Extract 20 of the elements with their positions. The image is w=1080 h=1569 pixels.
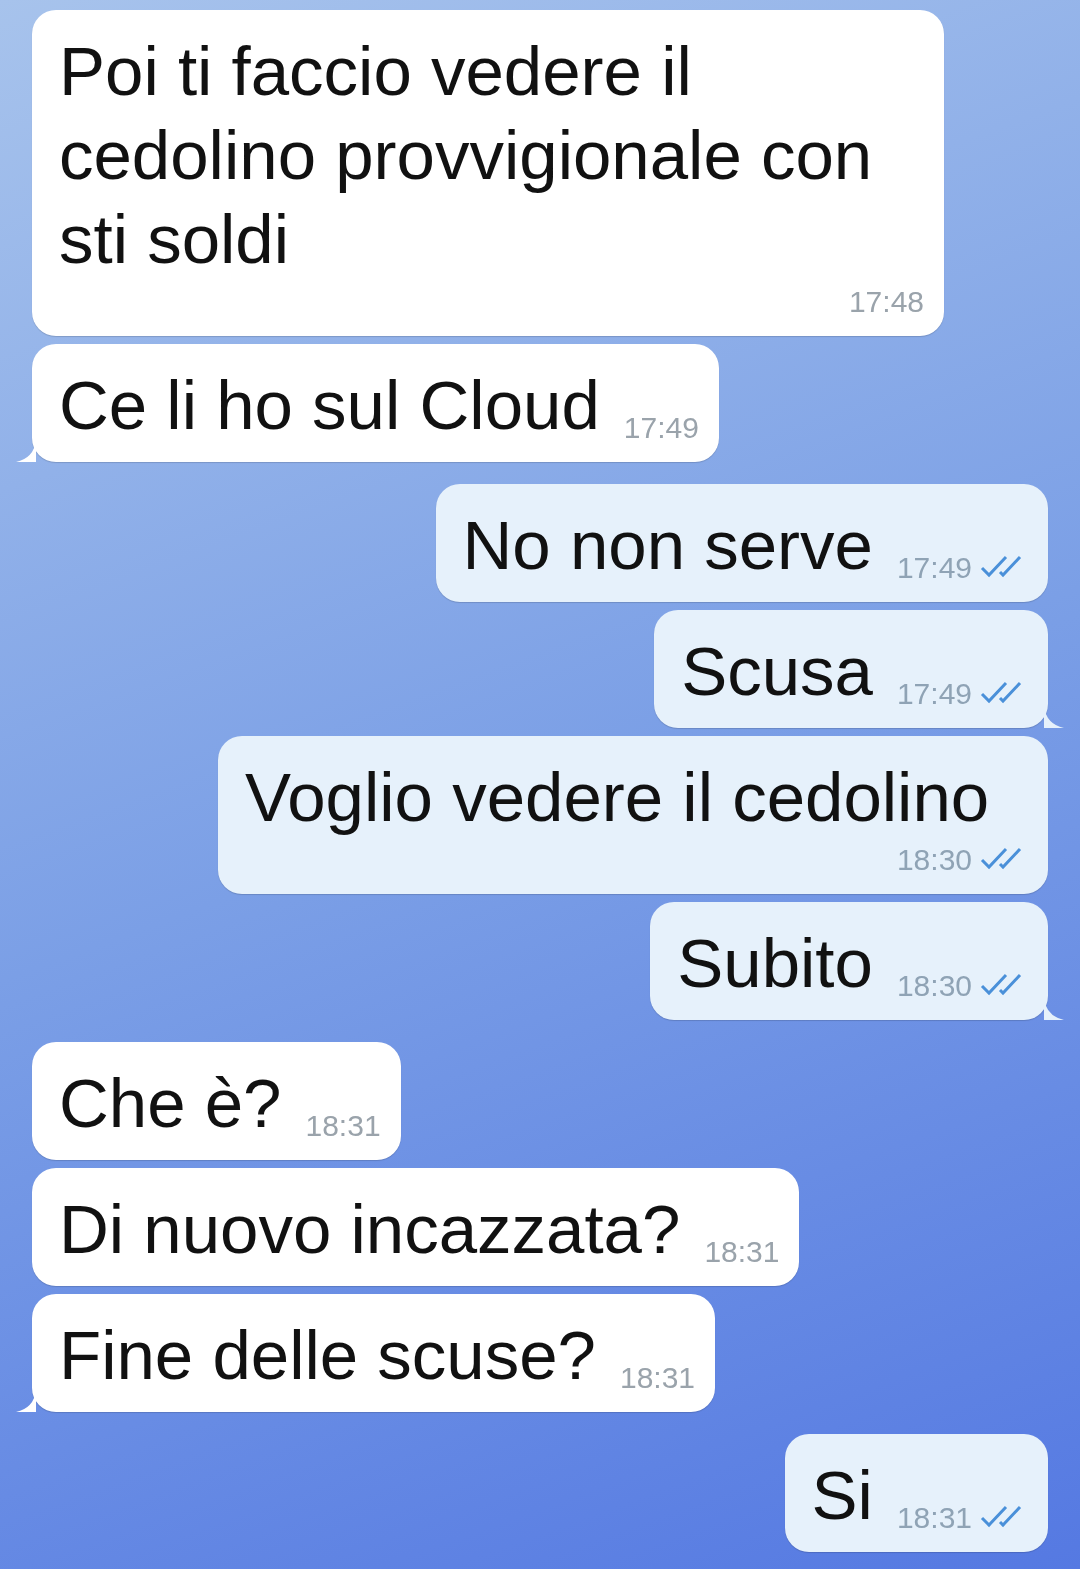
message-time: 18:30 bbox=[896, 968, 972, 1004]
message-text: Ce li ho sul Cloud bbox=[59, 366, 600, 446]
message-time: 17:49 bbox=[896, 676, 972, 712]
message-time: 18:31 bbox=[704, 1234, 780, 1270]
message-text: Poi ti faccio vedere il cedolino provvigionale con sti soldi bbox=[59, 32, 874, 280]
message-text: Subito bbox=[677, 924, 873, 1004]
message-text: Di nuovo incazzata? bbox=[59, 1190, 681, 1270]
message-text: No non serve bbox=[462, 506, 873, 586]
message-time: 18:31 bbox=[896, 1500, 972, 1536]
message-time: 18:31 bbox=[620, 1360, 696, 1396]
message-text: Voglio vedere il cedolino bbox=[245, 758, 991, 838]
message-text: Fine delle scuse? bbox=[59, 1316, 596, 1396]
message-text: Scusa bbox=[681, 632, 873, 712]
message-time: 18:30 bbox=[896, 842, 972, 878]
message-text: Che è? bbox=[59, 1064, 282, 1144]
message-time: 17:49 bbox=[896, 550, 972, 586]
message-time: 17:48 bbox=[848, 284, 924, 320]
message-text: Si bbox=[811, 1456, 873, 1536]
message-time: 18:31 bbox=[305, 1108, 381, 1144]
message-time: 17:49 bbox=[623, 410, 699, 446]
